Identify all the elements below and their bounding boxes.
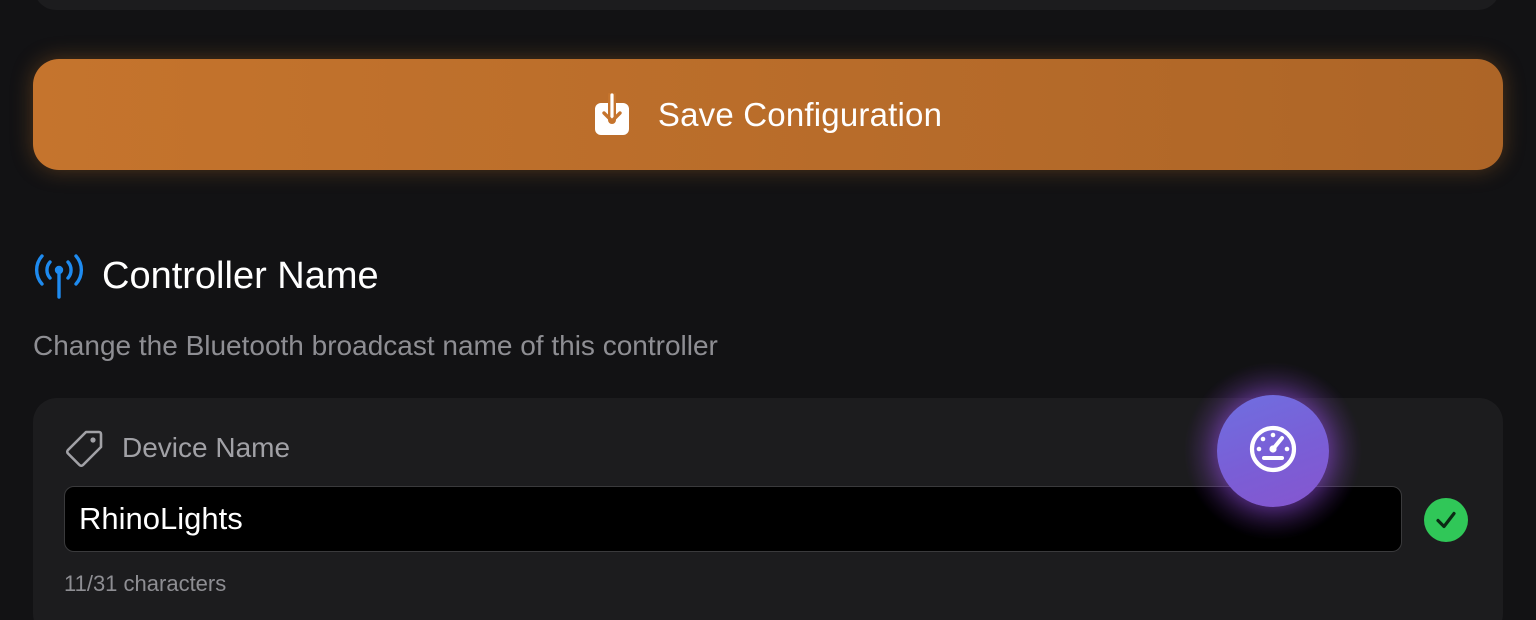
section-header: Controller Name <box>34 250 379 302</box>
save-configuration-label: Save Configuration <box>657 95 943 133</box>
section-subtitle: Change the Bluetooth broadcast name of t… <box>33 330 718 361</box>
save-download-icon <box>594 92 630 137</box>
character-count: 11/31 characters <box>64 571 227 596</box>
device-name-input[interactable] <box>64 486 1402 552</box>
settings-page: Save Configuration Controller Name Chang… <box>0 0 1536 620</box>
checkmark-valid-icon <box>1424 498 1468 542</box>
section-title: Controller Name <box>102 254 379 297</box>
device-name-label-row: Device Name <box>66 428 290 468</box>
device-name-label: Device Name <box>122 432 291 463</box>
previous-section-card <box>34 0 1500 10</box>
speedometer-icon <box>1247 423 1299 480</box>
tag-icon <box>66 429 104 467</box>
save-configuration-button[interactable]: Save Configuration <box>33 59 1503 170</box>
speedometer-fab-button[interactable] <box>1217 395 1329 507</box>
antenna-broadcast-icon <box>34 253 84 299</box>
